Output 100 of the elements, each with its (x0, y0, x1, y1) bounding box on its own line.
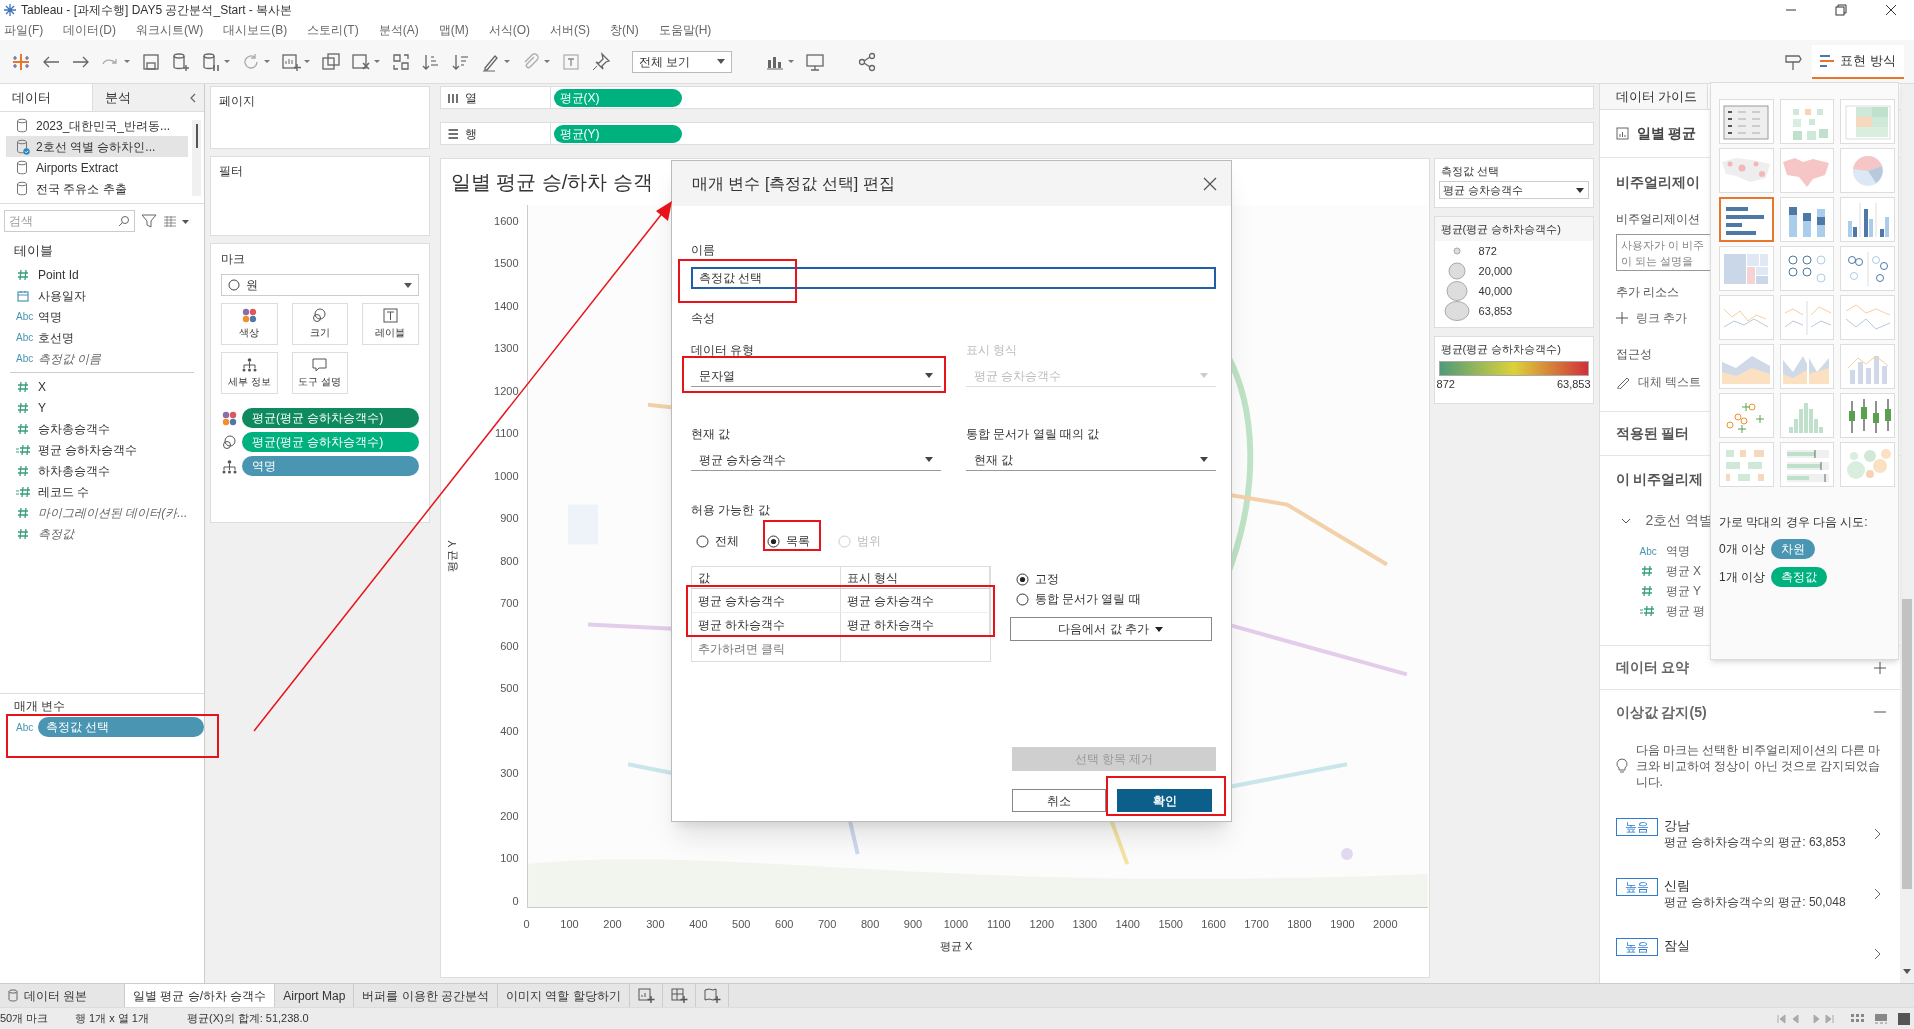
marks-size-button[interactable]: 크기 (291, 303, 349, 345)
expand-plus-icon[interactable] (1874, 661, 1886, 674)
dropdown-field[interactable]: 문자열 (691, 365, 941, 387)
new-story-icon[interactable] (702, 987, 721, 1004)
marks-color-button[interactable]: 색상 (221, 303, 278, 345)
field-item[interactable]: 측정값 이름 (38, 349, 102, 368)
menu-item[interactable]: 대시보드(B) (223, 21, 288, 39)
sheet-tab[interactable]: 일별 평균 승/하차 승객수 (125, 984, 276, 1007)
pause-data-source-icon[interactable] (200, 50, 232, 73)
field-item[interactable]: Point Id (38, 265, 79, 284)
section-heading: 적용된 필터 (1615, 424, 1690, 443)
scrollbar-thumb[interactable] (1902, 599, 1912, 889)
close-icon[interactable] (1203, 176, 1217, 191)
menu-item[interactable]: 서버(S) (550, 21, 590, 39)
search-field[interactable]: 검색 (4, 210, 135, 232)
dropdown-field[interactable]: 평균 승차승객수 (691, 449, 941, 471)
field-item[interactable]: 마이그레이션된 데이터(카... (38, 503, 188, 522)
menu-item[interactable]: 파일(F) (4, 21, 44, 39)
status-text: 행 1개 x 열 1개 (75, 1012, 149, 1025)
add-link[interactable]: 링크 추가 (1635, 309, 1687, 327)
filter-icon[interactable] (141, 213, 157, 229)
sheet-title: 일별 평균 (1636, 124, 1697, 143)
dialog-title: 매개 변수 [측정값 선택] 편집 (692, 173, 895, 194)
menu-item[interactable]: 스토리(T) (307, 21, 359, 39)
add-row-hint[interactable]: 추가하려면 클릭 (692, 637, 841, 661)
section-heading: 이상값 감지(5) (1615, 702, 1707, 722)
ok-button[interactable]: 확인 (1117, 789, 1212, 812)
menu-item[interactable]: 맵(M) (438, 21, 469, 39)
axis-tick-label: 900 (903, 917, 923, 932)
field-item[interactable]: 측정값 (38, 524, 74, 543)
view-options-icon[interactable] (163, 214, 191, 228)
add-data-source-icon[interactable] (170, 50, 192, 73)
menu-item[interactable]: 창(N) (610, 21, 639, 39)
new-worksheet-icon[interactable] (636, 987, 655, 1004)
marks-detail-button[interactable]: 세부 정보 (221, 352, 278, 394)
page-navigation-icon[interactable] (1776, 1012, 1836, 1025)
pane-tab[interactable]: 데이터 가이드 (1599, 84, 1708, 109)
column-header: 표시 형식 (840, 567, 990, 588)
radio-option[interactable]: 고정 (1009, 569, 1059, 589)
new-dashboard-icon[interactable] (669, 987, 688, 1004)
field-label: 통합 문서가 열릴 때의 값 (966, 426, 1101, 443)
field-item[interactable]: Y (38, 398, 46, 417)
radio-option[interactable]: 전체 (696, 532, 739, 550)
calculated-field-icon (16, 442, 32, 457)
field-item[interactable]: 레코드 수 (38, 482, 90, 501)
field-pill[interactable]: 평균(평균 승하차승객수) (242, 408, 419, 428)
menu-item[interactable]: 서식(O) (488, 21, 530, 39)
show-me-hint: 가로 막대의 경우 다음 시도: (1719, 514, 1869, 531)
marks-label-button[interactable]: 레이블 (362, 303, 419, 345)
add-values-button[interactable]: 다음에서 값 추가 (1009, 617, 1212, 641)
field-item[interactable]: 승차총승객수 (38, 419, 110, 438)
chevron-right-icon[interactable] (1872, 826, 1882, 842)
field-item[interactable]: 사용일자 (38, 286, 86, 305)
cancel-button[interactable]: 취소 (1012, 789, 1107, 812)
card-title: 마크 (221, 251, 246, 268)
scrollbar[interactable] (1900, 84, 1914, 983)
caret-icon (1200, 373, 1208, 378)
scrollbar[interactable] (192, 120, 201, 196)
axis-tick-label: 400 (689, 917, 708, 932)
field-item[interactable]: 호선명 (38, 328, 74, 347)
search-icon[interactable] (118, 215, 130, 227)
share-icon[interactable] (856, 50, 878, 73)
pin-icon[interactable] (590, 50, 612, 73)
name-field[interactable]: 측정값 선택 (691, 267, 1216, 289)
menu-item[interactable]: 분석(A) (378, 21, 419, 39)
radio-option[interactable]: 통합 문서가 열릴 때 (1009, 589, 1141, 609)
marks-tooltip-button[interactable]: 도구 설명 (291, 352, 349, 394)
mark-type-dropdown[interactable]: 원 (221, 274, 419, 296)
outlier-detail: 평균 승하차승객수의 평균: 63,853 (1663, 834, 1847, 850)
field-item[interactable]: X (38, 377, 46, 396)
chevron-right-icon[interactable] (1872, 946, 1882, 962)
data-source-item[interactable]: 2023_대한민국_반려동... (6, 115, 188, 136)
field-item[interactable]: 평균 승하차승객수 (38, 440, 138, 459)
dropdown-field[interactable]: 현재 값 (966, 449, 1216, 471)
field-item[interactable]: 하차총승객수 (38, 461, 110, 480)
data-source-item[interactable]: 2호선 역별 승하차인... (6, 136, 188, 157)
parameter-dropdown[interactable]: 평균 승차승객수 (1438, 181, 1589, 199)
tab-view-icon[interactable] (1898, 1012, 1910, 1025)
fit-dropdown[interactable]: 전체 보기 (632, 50, 732, 73)
chevron-right-icon[interactable] (1872, 886, 1882, 902)
chart-type-button[interactable] (1719, 197, 1774, 242)
show-me-button[interactable]: 표현 방식 (1812, 44, 1904, 79)
menu-item[interactable]: 데이터(D) (63, 21, 116, 39)
size-circle-icon (1447, 262, 1466, 280)
axis-tick-label: 800 (500, 553, 519, 569)
alt-text-link[interactable]: 대체 텍스트 (1637, 373, 1701, 391)
grid-view-icon[interactable] (1850, 1012, 1864, 1025)
database-icon (8, 989, 18, 1002)
radio-option[interactable]: 목록 (767, 532, 810, 550)
menu-item[interactable]: 도움말(H) (658, 21, 712, 39)
pane-tab[interactable]: 데이터 (0, 84, 92, 111)
menu-item[interactable]: 워크시트(W) (136, 21, 204, 39)
data-source-item[interactable]: Airports Extract (6, 157, 188, 178)
field-item[interactable]: 역명 (38, 307, 62, 326)
database-icon (16, 180, 30, 197)
axis-tick-label: 100 (500, 851, 519, 867)
data-source-item[interactable]: 전국 주유소 추출 (6, 178, 188, 199)
description-field[interactable]: 사용자가 이 비주 이 되는 설명을 (1615, 234, 1710, 271)
filmstrip-view-icon[interactable] (1874, 1012, 1888, 1025)
duplicate-sheet-icon[interactable] (320, 50, 342, 73)
